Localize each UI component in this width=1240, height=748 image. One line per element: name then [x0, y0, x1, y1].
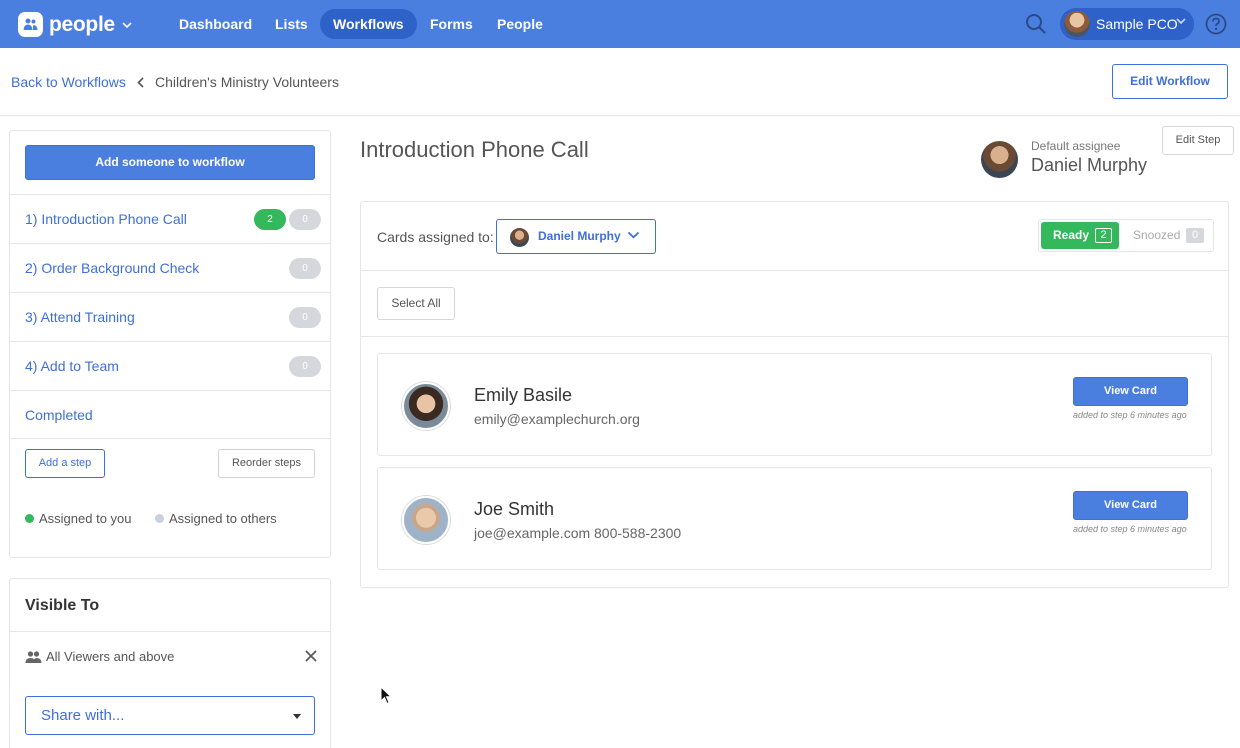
sidebar-step-1[interactable]: 1) Introduction Phone Call 2 0	[10, 194, 330, 243]
chevron-down-icon	[1176, 18, 1186, 25]
cards-assigned-label: Cards assigned to:	[377, 229, 494, 245]
sidebar-step-2[interactable]: 2) Order Background Check 0	[10, 243, 330, 292]
user-menu[interactable]: Sample PCO	[1060, 8, 1194, 40]
page-title: Introduction Phone Call	[360, 137, 589, 162]
avatar	[402, 496, 450, 544]
nav-dashboard[interactable]: Dashboard	[166, 9, 265, 39]
sidebar-step-completed[interactable]: Completed	[10, 390, 330, 439]
assignee-filter-value: Daniel Murphy	[538, 229, 621, 243]
step-label: 4) Add to Team	[25, 358, 119, 374]
gray-dot-icon	[155, 514, 164, 523]
people-logo-icon	[18, 12, 43, 37]
default-assignee-name: Daniel Murphy	[1031, 155, 1148, 175]
nav-people[interactable]: People	[484, 9, 556, 39]
cards-panel: Cards assigned to: Daniel Murphy Ready 2…	[360, 201, 1229, 588]
caret-down-icon	[293, 714, 301, 719]
legend-label: Assigned to you	[39, 511, 132, 526]
assigned-to-others-count: 0	[289, 209, 321, 230]
view-card-button[interactable]: View Card	[1073, 491, 1188, 520]
help-icon[interactable]	[1205, 13, 1227, 35]
back-to-workflows-link[interactable]: Back to Workflows	[11, 74, 126, 90]
legend-label: Assigned to others	[169, 511, 277, 526]
nav-forms[interactable]: Forms	[417, 9, 486, 39]
added-timestamp: added to step 6 minutes ago	[1073, 524, 1187, 534]
user-avatar	[1064, 11, 1090, 37]
assigned-to-others-count: 0	[289, 258, 321, 279]
step-label: 2) Order Background Check	[25, 260, 200, 276]
step-label: 1) Introduction Phone Call	[25, 211, 187, 227]
person-email: emily@examplechurch.org	[474, 411, 640, 427]
avatar	[510, 228, 529, 247]
legend-assigned-to-others: Assigned to others	[155, 511, 277, 526]
share-with-select[interactable]: Share with...	[25, 696, 315, 735]
green-dot-icon	[25, 514, 34, 523]
chevron-left-icon	[137, 77, 144, 88]
ready-count: 2	[1095, 228, 1112, 243]
sidebar-step-3[interactable]: 3) Attend Training 0	[10, 292, 330, 341]
person-phone: 800-588-2300	[594, 525, 682, 541]
divider	[361, 336, 1228, 337]
reorder-steps-button[interactable]: Reorder steps	[218, 449, 315, 478]
step-label: 3) Attend Training	[25, 309, 135, 325]
view-card-button[interactable]: View Card	[1073, 377, 1188, 406]
sidebar-step-4[interactable]: 4) Add to Team 0	[10, 341, 330, 390]
ready-tab[interactable]: Ready 2	[1041, 222, 1119, 249]
ready-snoozed-toggle: Ready 2 Snoozed 0	[1038, 219, 1214, 252]
assigned-to-others-count: 0	[289, 356, 321, 377]
avatar	[981, 141, 1018, 178]
divider	[10, 631, 330, 632]
legend-assigned-to-you: Assigned to you	[25, 511, 132, 526]
visible-to-card: Visible To All Viewers and above Share w…	[9, 578, 331, 748]
app-switcher[interactable]: people	[18, 12, 132, 37]
viewers-label: All Viewers and above	[46, 649, 175, 664]
chevron-down-icon	[627, 231, 640, 239]
added-timestamp: added to step 6 minutes ago	[1073, 410, 1187, 420]
select-all-button[interactable]: Select All	[377, 287, 455, 320]
add-step-button[interactable]: Add a step	[25, 449, 105, 478]
add-someone-button[interactable]: Add someone to workflow	[25, 145, 315, 180]
top-nav: people Dashboard Lists Workflows Forms P…	[0, 0, 1240, 48]
chevron-down-icon	[122, 22, 132, 29]
avatar	[402, 382, 450, 430]
workflow-name: Children's Ministry Volunteers	[155, 74, 339, 90]
ready-label: Ready	[1053, 228, 1090, 242]
viewers-permission: All Viewers and above	[25, 649, 174, 664]
steps-sidebar: Add someone to workflow 1) Introduction …	[9, 130, 331, 558]
divider	[361, 270, 1228, 271]
brand-name: people	[49, 12, 115, 36]
user-name: Sample PCO	[1096, 16, 1178, 32]
group-icon	[25, 650, 42, 663]
snoozed-tab[interactable]: Snoozed	[1133, 228, 1180, 242]
nav-lists[interactable]: Lists	[262, 9, 321, 39]
person-email: joe@example.com	[474, 525, 591, 541]
person-name: Joe Smith	[474, 499, 555, 519]
default-assignee-caption: Default assignee	[1031, 139, 1121, 153]
edit-step-button[interactable]: Edit Step	[1162, 126, 1234, 155]
snoozed-count: 0	[1186, 228, 1204, 243]
breadcrumb: Back to Workflows Children's Ministry Vo…	[0, 48, 1240, 116]
assigned-to-you-count: 2	[254, 209, 286, 230]
search-icon[interactable]	[1025, 13, 1047, 35]
visible-to-title: Visible To	[25, 597, 100, 614]
edit-workflow-button[interactable]: Edit Workflow	[1112, 64, 1228, 99]
mouse-pointer-icon	[380, 686, 392, 705]
assigned-to-others-count: 0	[289, 307, 321, 328]
person-card: Joe Smith joe@example.com 800-588-2300 V…	[377, 467, 1212, 570]
nav-workflows[interactable]: Workflows	[320, 9, 417, 39]
step-label: Completed	[25, 407, 93, 423]
share-placeholder: Share with...	[41, 707, 125, 724]
person-name: Emily Basile	[474, 385, 573, 405]
assignee-filter-select[interactable]: Daniel Murphy	[496, 219, 656, 254]
close-icon[interactable]	[304, 649, 318, 663]
person-card: Emily Basile emily@examplechurch.org Vie…	[377, 353, 1212, 456]
